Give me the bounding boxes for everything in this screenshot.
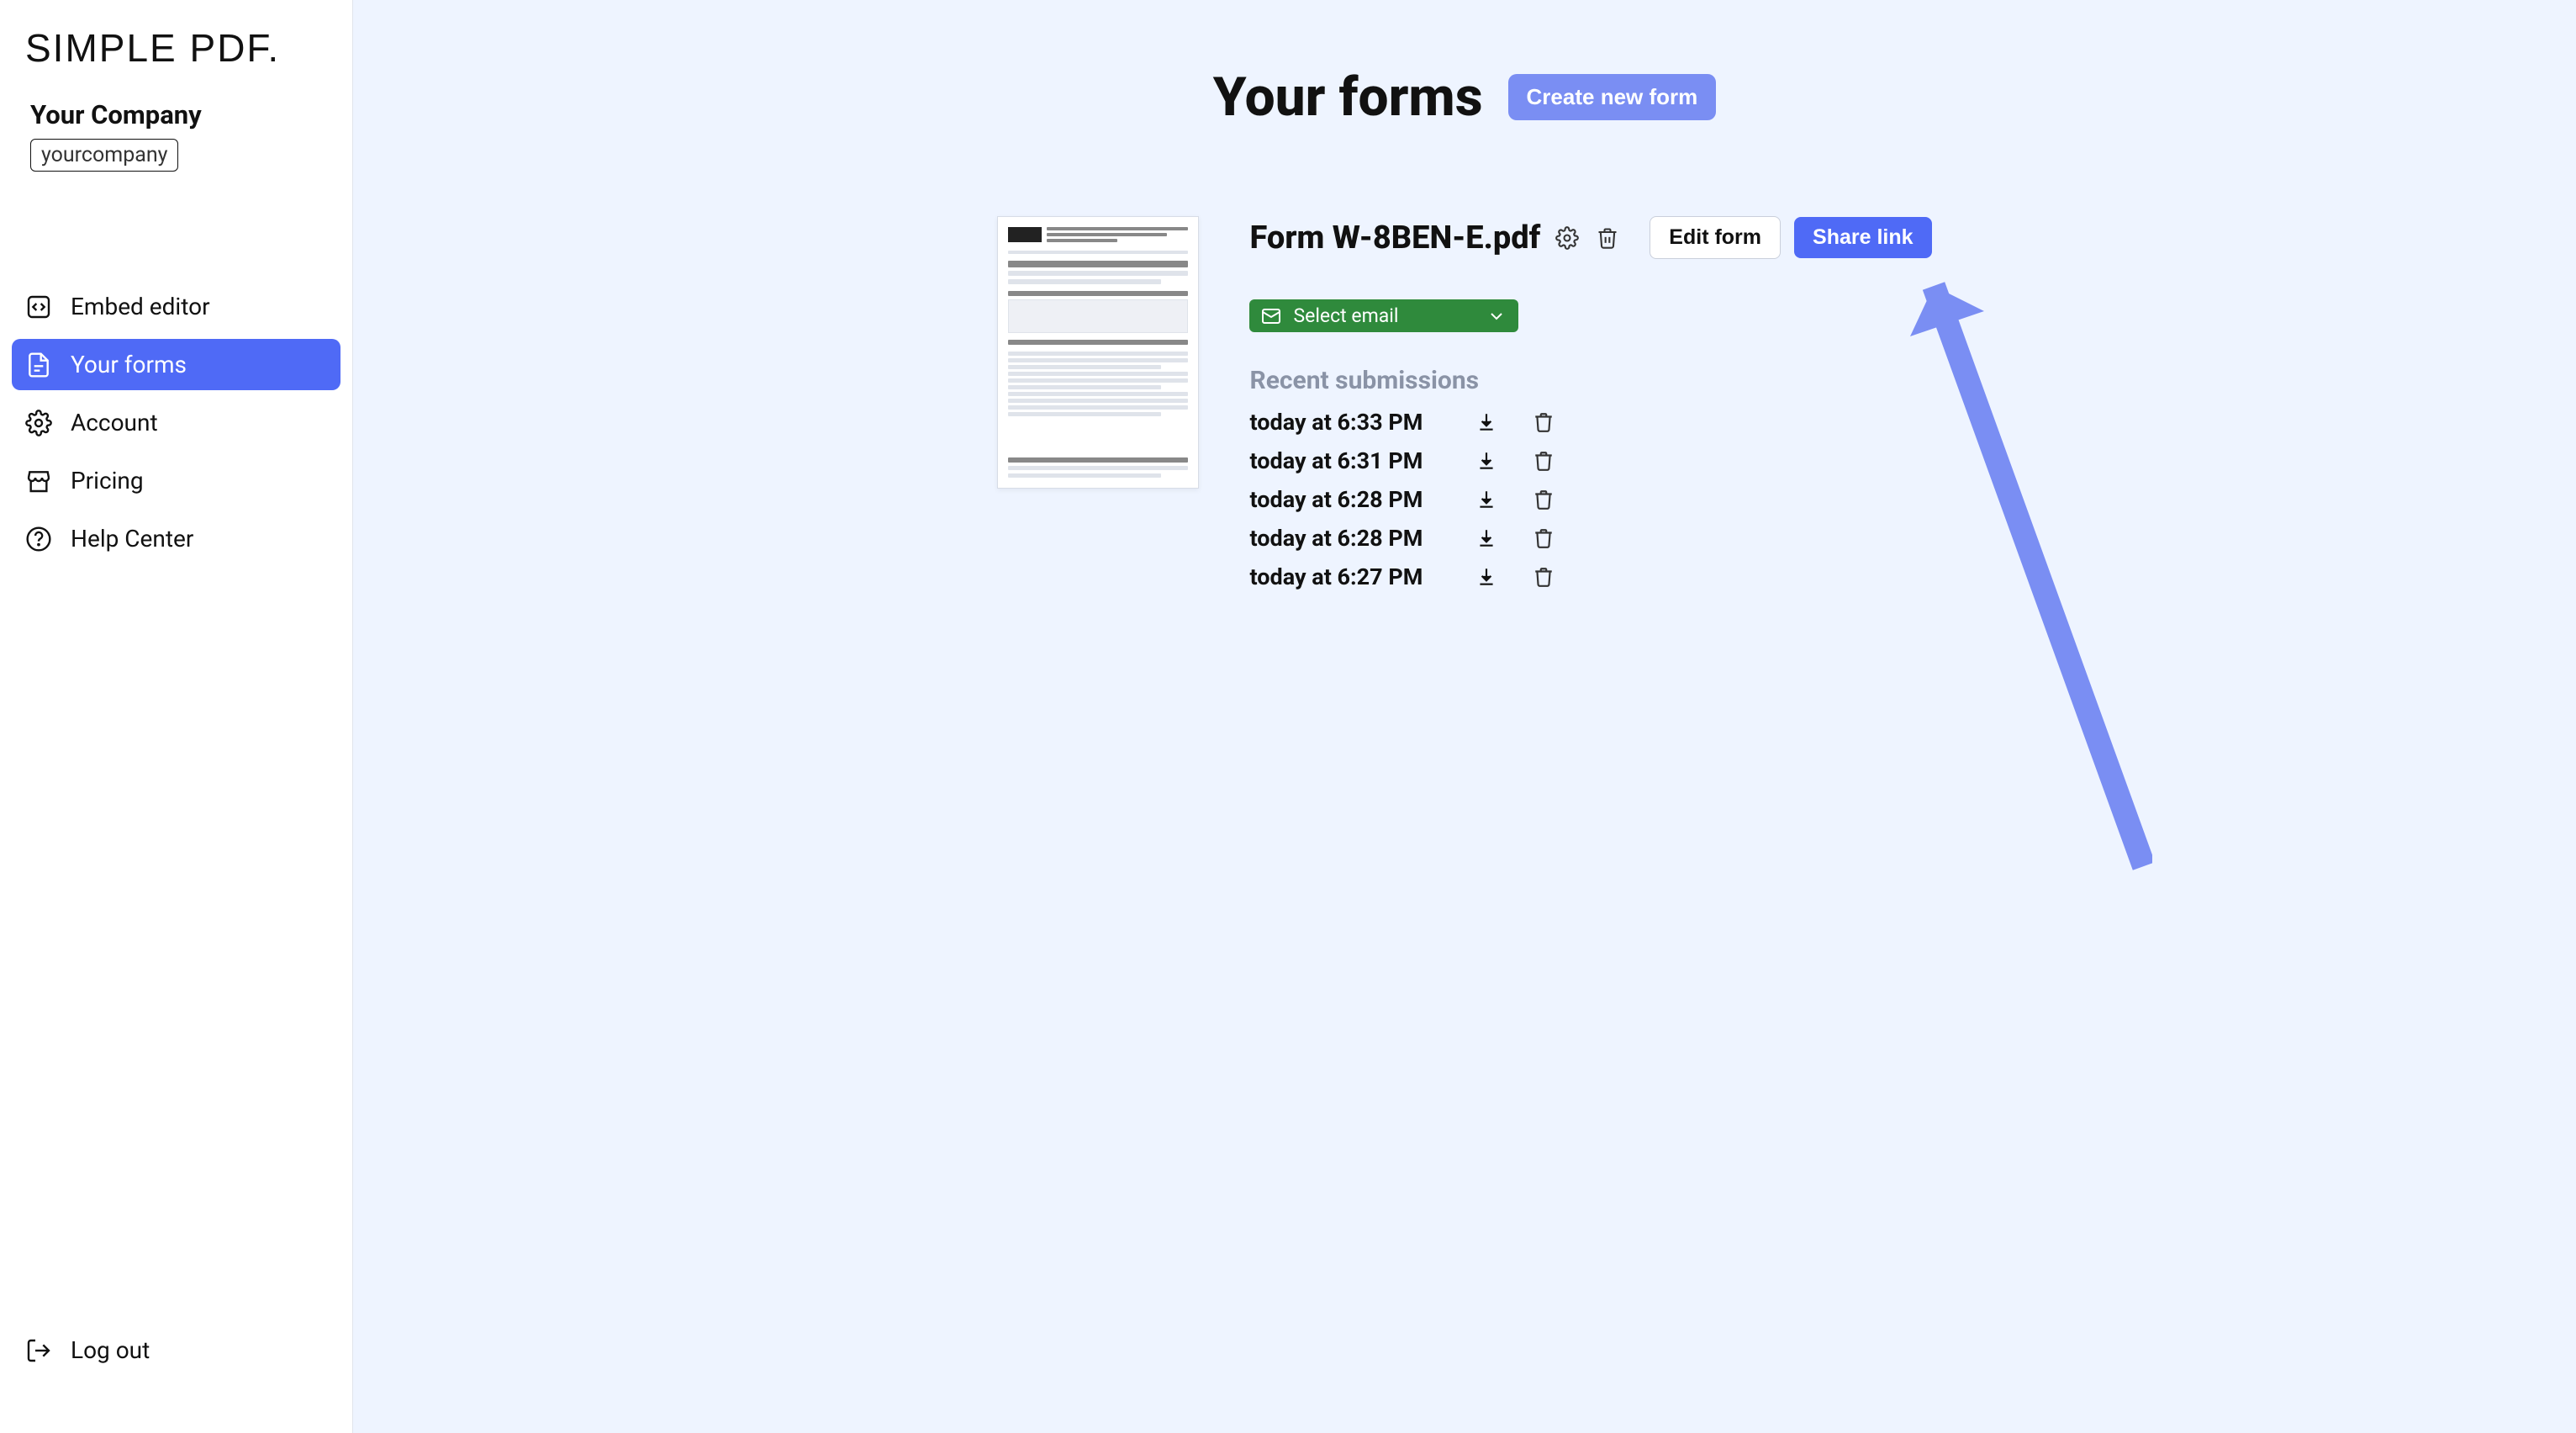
download-submission-button[interactable]	[1475, 526, 1498, 550]
edit-form-button[interactable]: Edit form	[1650, 216, 1781, 259]
download-icon	[1475, 566, 1497, 588]
submission-row: today at 6:27 PM	[1249, 563, 1931, 590]
mail-icon	[1261, 306, 1281, 326]
delete-submission-button[interactable]	[1532, 565, 1555, 589]
delete-submission-button[interactable]	[1532, 410, 1555, 434]
submission-row: today at 6:33 PM	[1249, 409, 1931, 436]
submission-time: today at 6:28 PM	[1249, 486, 1456, 513]
gear-icon	[25, 410, 52, 436]
form-card: Form W-8BEN-E.pdf Edit form Share link S…	[997, 216, 1931, 590]
form-title-row: Form W-8BEN-E.pdf Edit form Share link	[1249, 216, 1931, 259]
page-header: Your forms Create new form	[353, 66, 2576, 129]
submission-row: today at 6:31 PM	[1249, 447, 1931, 474]
file-icon	[25, 352, 52, 378]
sidebar-item-label: Your forms	[71, 351, 187, 378]
trash-icon	[1533, 566, 1555, 588]
download-submission-button[interactable]	[1475, 565, 1498, 589]
sidebar-footer: Log out	[0, 1325, 352, 1433]
sidebar-nav: Embed editor Your forms Account Pricing …	[0, 281, 352, 564]
submission-time: today at 6:28 PM	[1249, 525, 1456, 552]
form-thumbnail[interactable]	[997, 216, 1199, 489]
sidebar-item-your-forms[interactable]: Your forms	[12, 339, 340, 390]
email-select-label: Select email	[1293, 304, 1398, 327]
download-icon	[1475, 489, 1497, 510]
trash-icon	[1533, 527, 1555, 549]
submission-time: today at 6:33 PM	[1249, 409, 1456, 436]
help-icon	[25, 526, 52, 553]
recent-heading: Recent submissions	[1249, 366, 1931, 395]
store-icon	[25, 468, 52, 494]
delete-submission-button[interactable]	[1532, 526, 1555, 550]
email-select-dropdown[interactable]: Select email	[1249, 299, 1518, 332]
delete-submission-button[interactable]	[1532, 449, 1555, 473]
download-submission-button[interactable]	[1475, 410, 1498, 434]
sidebar-item-label: Embed editor	[71, 293, 210, 320]
trash-icon	[1533, 411, 1555, 433]
submission-time: today at 6:31 PM	[1249, 447, 1456, 474]
submission-row: today at 6:28 PM	[1249, 486, 1931, 513]
sidebar: SIMPLE PDF. Your Company yourcompany Emb…	[0, 0, 353, 1433]
submission-row: today at 6:28 PM	[1249, 525, 1931, 552]
logo: SIMPLE PDF.	[25, 25, 352, 71]
create-new-form-button[interactable]: Create new form	[1508, 74, 1717, 120]
form-title: Form W-8BEN-E.pdf	[1249, 219, 1540, 256]
sidebar-item-logout[interactable]: Log out	[12, 1325, 340, 1376]
download-submission-button[interactable]	[1475, 449, 1498, 473]
thumbnail-preview	[1008, 227, 1188, 478]
sidebar-item-label: Pricing	[71, 467, 144, 494]
sidebar-item-label: Account	[71, 409, 158, 436]
sidebar-item-label: Log out	[71, 1336, 150, 1364]
form-info: Form W-8BEN-E.pdf Edit form Share link S…	[1249, 216, 1931, 590]
share-link-button[interactable]: Share link	[1794, 217, 1932, 258]
sidebar-item-embed-editor[interactable]: Embed editor	[12, 281, 340, 332]
download-icon	[1475, 411, 1497, 433]
trash-icon	[1533, 450, 1555, 472]
sidebar-item-pricing[interactable]: Pricing	[12, 455, 340, 506]
form-card-wrap: Form W-8BEN-E.pdf Edit form Share link S…	[353, 216, 2576, 590]
trash-icon	[1596, 226, 1619, 250]
company-slug[interactable]: yourcompany	[30, 139, 178, 172]
submission-time: today at 6:27 PM	[1249, 563, 1456, 590]
chevron-down-icon	[1486, 306, 1507, 326]
page-title: Your forms	[1213, 66, 1483, 129]
download-icon	[1475, 450, 1497, 472]
sidebar-item-help-center[interactable]: Help Center	[12, 513, 340, 564]
gear-icon	[1555, 226, 1579, 250]
sidebar-item-account[interactable]: Account	[12, 397, 340, 448]
form-settings-button[interactable]	[1554, 225, 1581, 251]
download-submission-button[interactable]	[1475, 488, 1498, 511]
sidebar-item-label: Help Center	[71, 525, 193, 553]
download-icon	[1475, 527, 1497, 549]
main: Your forms Create new form	[353, 0, 2576, 1433]
code-icon	[25, 293, 52, 320]
company-name: Your Company	[30, 99, 352, 130]
form-delete-button[interactable]	[1594, 225, 1621, 251]
logout-icon	[25, 1337, 52, 1364]
trash-icon	[1533, 489, 1555, 510]
delete-submission-button[interactable]	[1532, 488, 1555, 511]
company-block: Your Company yourcompany	[30, 99, 352, 172]
submissions-list: today at 6:33 PM today at 6:31 PM today …	[1249, 409, 1931, 590]
